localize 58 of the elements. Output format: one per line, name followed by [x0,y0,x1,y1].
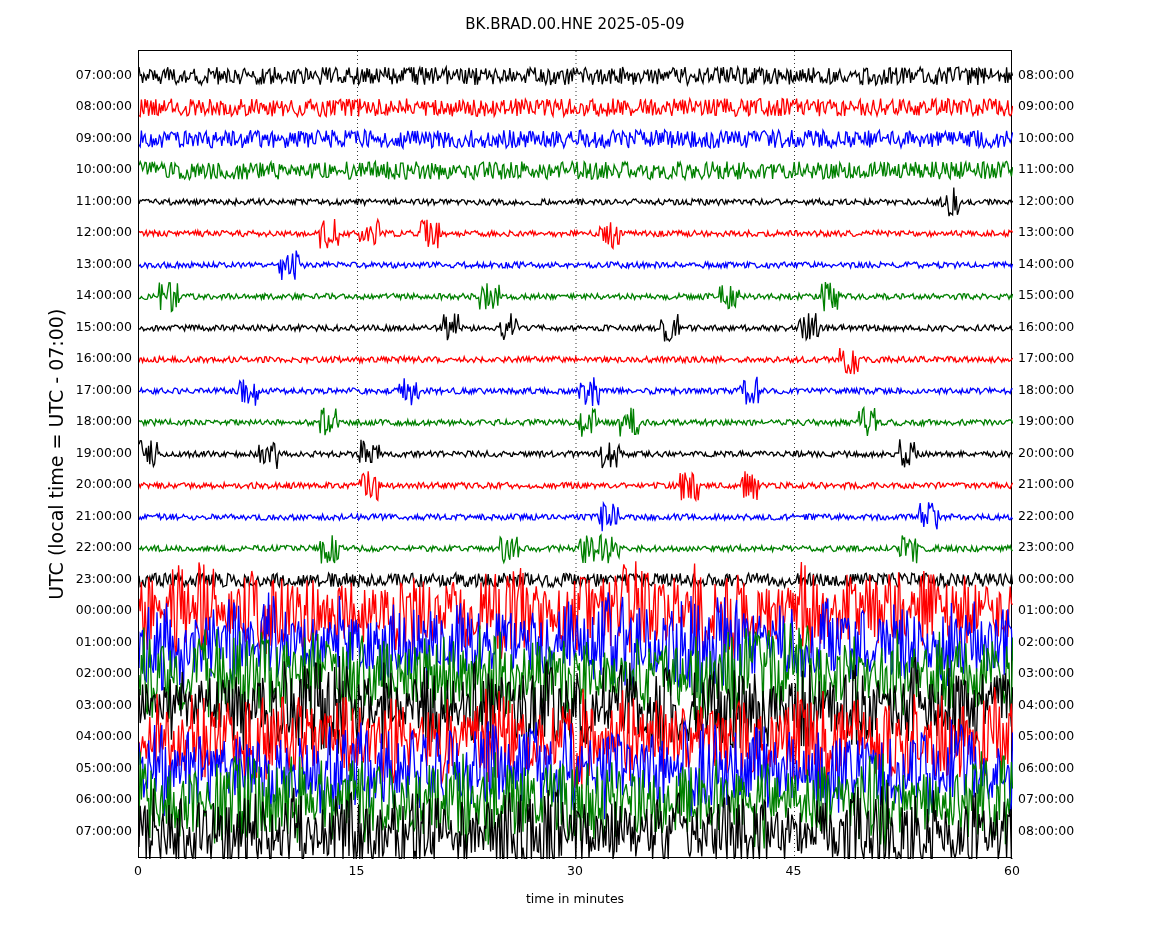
hour-label: 20:00:00 [75,478,132,491]
hour-label: 16:00:00 [1018,320,1075,333]
hour-label: 14:00:00 [75,289,132,302]
hour-label: 19:00:00 [75,446,132,459]
hour-label: 01:00:00 [1018,604,1075,617]
x-tick-label: 15 [348,862,365,880]
hour-label: 13:00:00 [1018,226,1075,239]
hour-label: 09:00:00 [75,131,132,144]
hour-label: 10:00:00 [1018,131,1075,144]
hour-label: 02:00:00 [75,667,132,680]
hour-label: 03:00:00 [1018,667,1075,680]
hour-label: 23:00:00 [1018,541,1075,554]
hour-label: 23:00:00 [75,572,132,585]
hour-label: 00:00:00 [75,604,132,617]
hour-label: 05:00:00 [75,761,132,774]
hour-label: 07:00:00 [1018,793,1075,806]
hour-label: 03:00:00 [75,698,132,711]
hour-label: 20:00:00 [1018,446,1075,459]
x-tick-label: 45 [785,862,802,880]
hour-label: 11:00:00 [75,194,132,207]
hour-label: 07:00:00 [75,68,132,81]
hour-label: 12:00:00 [1018,194,1075,207]
hour-label: 17:00:00 [75,383,132,396]
y-axis-label: UTC (local time = UTC - 07:00) [44,308,69,600]
hour-label: 04:00:00 [75,730,132,743]
x-axis-label: time in minutes [525,891,625,906]
hour-label: 16:00:00 [75,352,132,365]
hour-label: 21:00:00 [75,509,132,522]
hour-label: 15:00:00 [1018,289,1075,302]
x-tick-label: 60 [1004,862,1020,880]
hour-label: 22:00:00 [75,541,132,554]
hour-label: 19:00:00 [1018,415,1075,428]
hour-label: 18:00:00 [75,415,132,428]
hour-label: 06:00:00 [1018,761,1075,774]
hour-label: 08:00:00 [75,100,132,113]
chart-title: BK.BRAD.00.HNE 2025-05-09 [465,15,685,33]
hour-label: 12:00:00 [75,226,132,239]
hour-label: 07:00:00 [75,824,132,837]
hour-label: 10:00:00 [75,163,132,176]
x-tick-label: 0 [134,862,142,880]
hour-label: 05:00:00 [1018,730,1075,743]
hour-label: 01:00:00 [75,635,132,648]
hour-label: 00:00:00 [1018,572,1075,585]
hour-label: 04:00:00 [1018,698,1075,711]
hour-label: 13:00:00 [75,257,132,270]
hour-label: 08:00:00 [1018,824,1075,837]
hour-label: 22:00:00 [1018,509,1075,522]
hour-label: 14:00:00 [1018,257,1075,270]
hour-label: 02:00:00 [1018,635,1075,648]
hour-label: 09:00:00 [1018,100,1075,113]
hour-label: 17:00:00 [1018,352,1075,365]
hour-label: 11:00:00 [1018,163,1075,176]
hour-label: 08:00:00 [1018,68,1075,81]
hour-label: 06:00:00 [75,793,132,806]
hour-label: 15:00:00 [75,320,132,333]
x-tick-label: 30 [567,862,583,880]
hour-label: 21:00:00 [1018,478,1075,491]
hour-label: 18:00:00 [1018,383,1075,396]
